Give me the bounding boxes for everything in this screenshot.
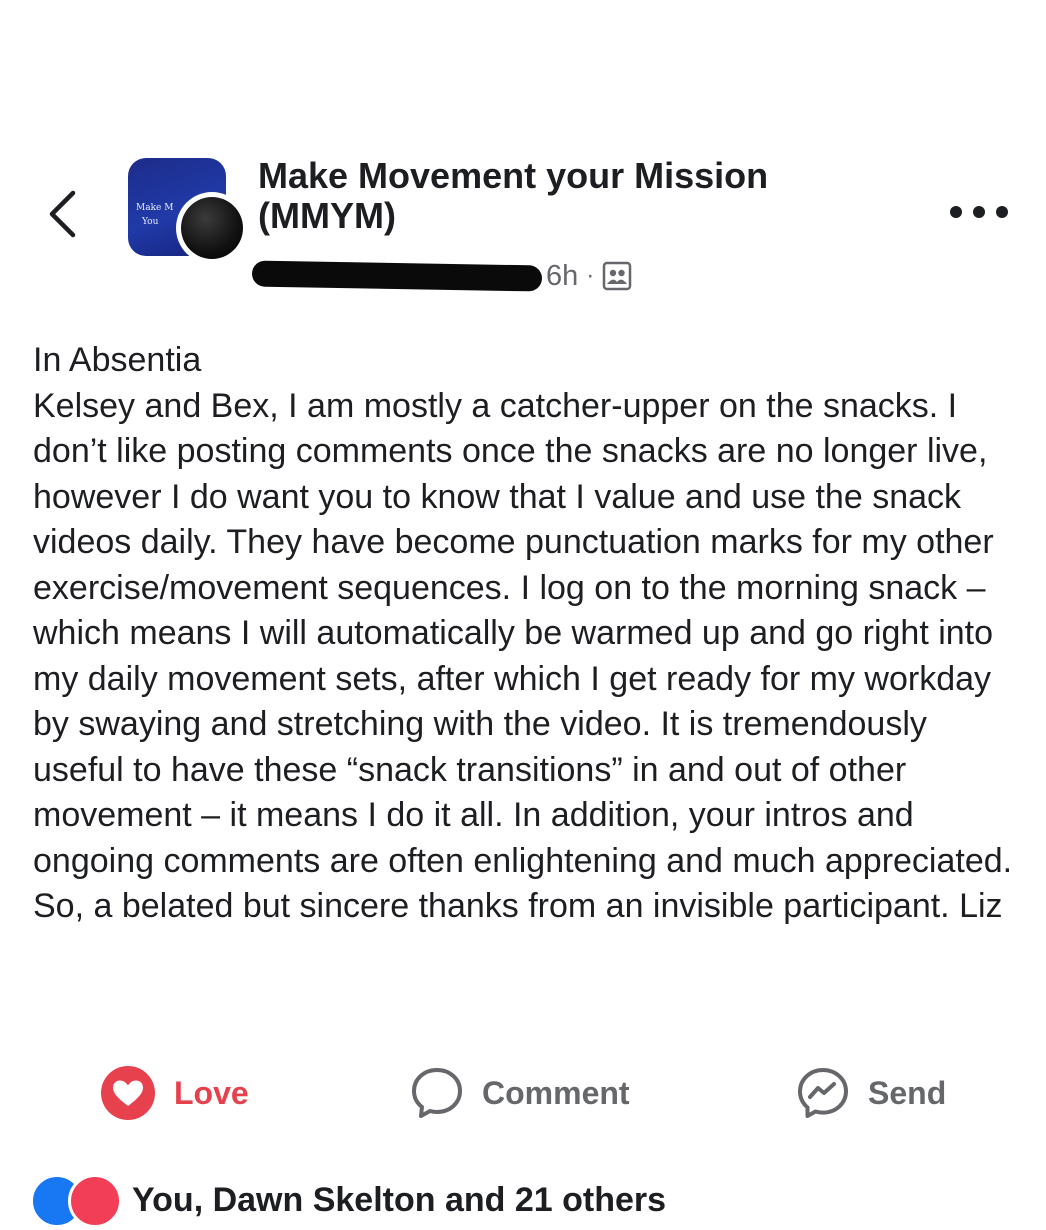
post-body-text: Kelsey and Bex, I am mostly a catcher-up… [33,386,1022,926]
author-avatar[interactable] [176,192,248,264]
post-text: In Absentia Kelsey and Bex, I am mostly … [33,338,1023,930]
love-label: Love [174,1074,249,1111]
meta-separator: · [586,262,595,289]
group-name[interactable]: Make Movement your Mission (MMYM) [258,156,878,236]
more-options-button[interactable] [950,200,1008,224]
heart-icon [101,1066,155,1120]
comment-button[interactable]: Comment [410,1060,630,1126]
messenger-icon [798,1068,848,1118]
more-dot [996,206,1008,218]
more-dot [950,206,962,218]
group-audience-icon [602,261,632,291]
post-time[interactable]: 6h [546,260,578,293]
post-header: Make M You Make Movement your Mission (M… [0,150,1046,310]
reactions-summary[interactable]: You, Dawn Skelton and 21 others [30,1170,666,1230]
chevron-left-icon [49,190,76,238]
reaction-icons [30,1174,122,1228]
love-reaction-icon [68,1174,122,1228]
post-action-bar: Love Comment Send [0,1060,1046,1126]
group-avatar-text-1: Make M [136,203,174,213]
post-meta: 6h · [251,258,632,294]
comment-label: Comment [482,1074,630,1111]
love-button[interactable]: Love [100,1060,249,1126]
more-dot [973,206,985,218]
group-avatar-text-2: You [142,217,159,227]
redacted-author-name [251,260,543,292]
post-title-line: In Absentia [33,341,202,379]
send-label: Send [868,1074,947,1111]
send-button[interactable]: Send [796,1060,946,1126]
comment-bubble-icon [412,1068,462,1118]
back-button[interactable] [40,188,84,240]
reaction-names: You, Dawn Skelton and 21 others [132,1180,667,1219]
